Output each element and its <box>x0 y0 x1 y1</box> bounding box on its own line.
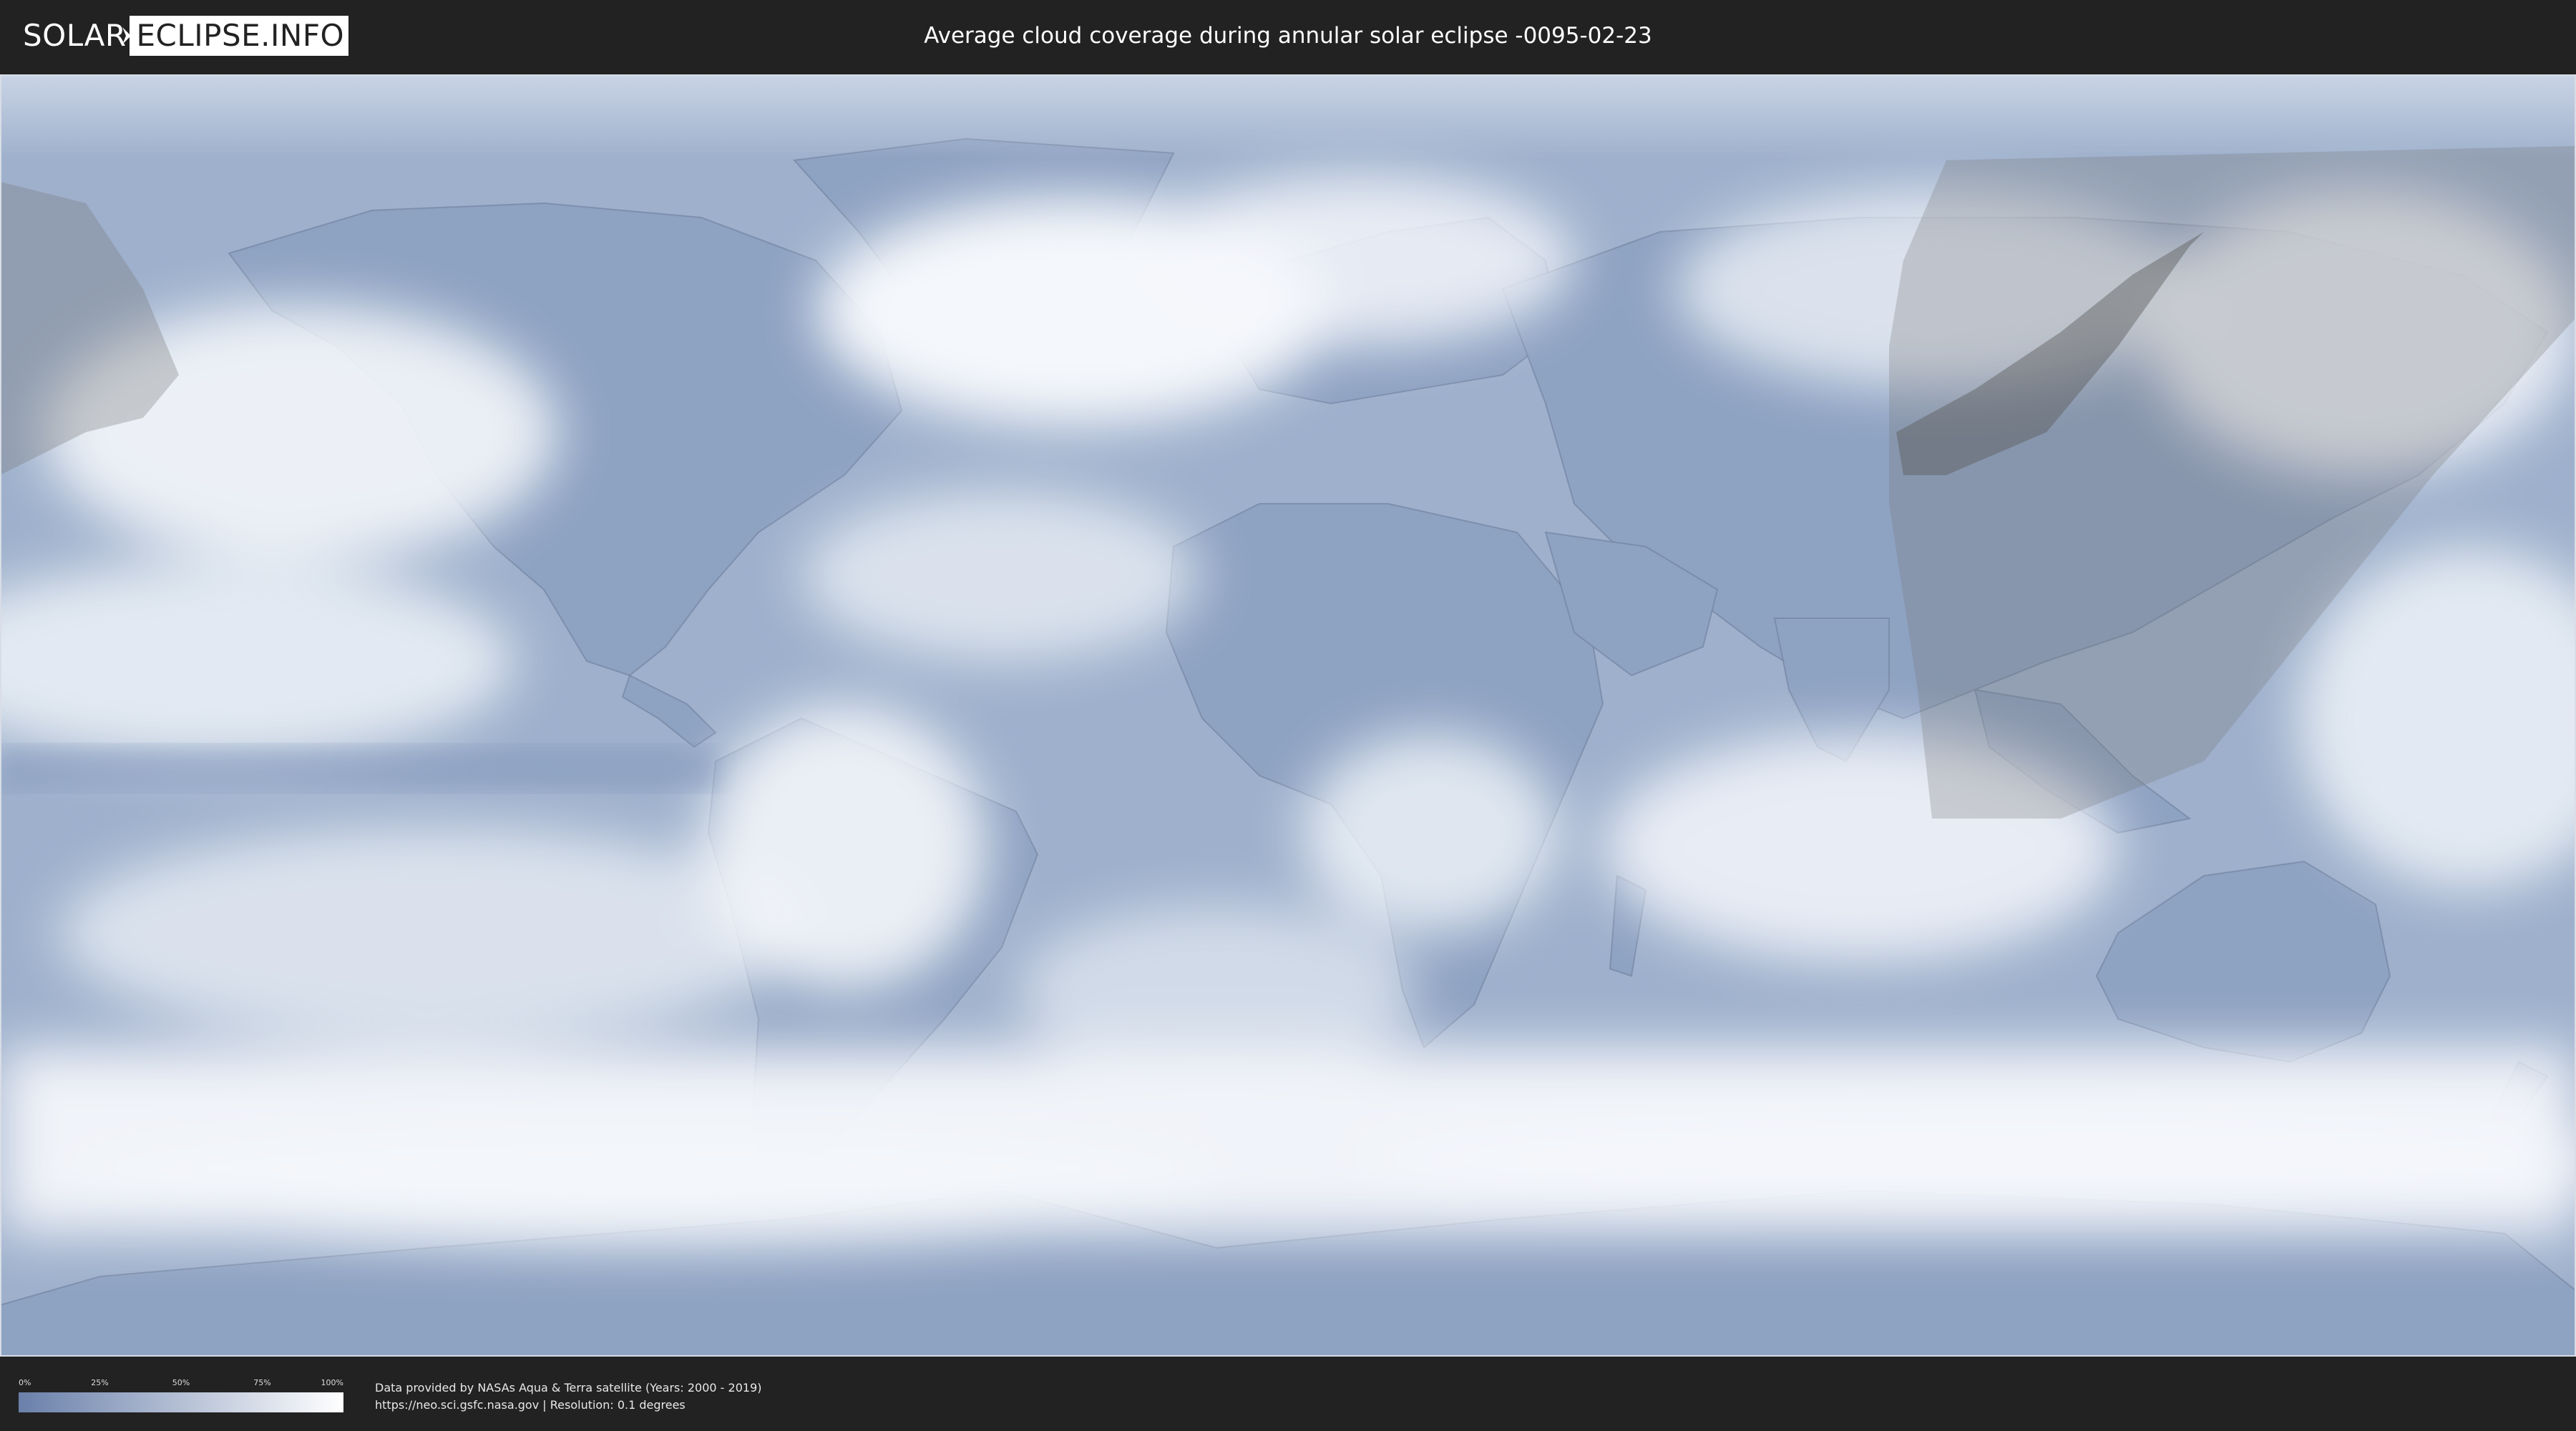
top-bar: SOLAR ECLIPSE.INFO Average cloud coverag… <box>0 0 2576 72</box>
legend-tick: 100% <box>321 1378 343 1387</box>
credit-line-source: Data provided by NASAs Aqua & Terra sate… <box>375 1381 762 1395</box>
cloud-coverage-map[interactable] <box>0 74 2576 1357</box>
legend-tick: 75% <box>253 1378 271 1387</box>
cloud-coverage-legend: 0% 25% 50% 75% 100% <box>19 1378 343 1421</box>
footer: 0% 25% 50% 75% 100% Data provided by NAS… <box>0 1358 2576 1431</box>
legend-tick: 50% <box>172 1378 190 1387</box>
legend-tick: 25% <box>91 1378 109 1387</box>
data-credits: Data provided by NASAs Aqua & Terra sate… <box>375 1379 762 1414</box>
world-map <box>0 74 2576 1357</box>
page-title: Average cloud coverage during annular so… <box>924 23 1652 49</box>
legend-tick: 0% <box>19 1378 31 1387</box>
credit-line-url: https://neo.sci.gsfc.nasa.gov | Resoluti… <box>375 1398 686 1412</box>
itcz-band <box>0 747 716 790</box>
legend-gradient-bar <box>19 1392 343 1412</box>
arctic-fade <box>0 74 2576 160</box>
legend-ticks: 0% 25% 50% 75% 100% <box>19 1378 343 1391</box>
